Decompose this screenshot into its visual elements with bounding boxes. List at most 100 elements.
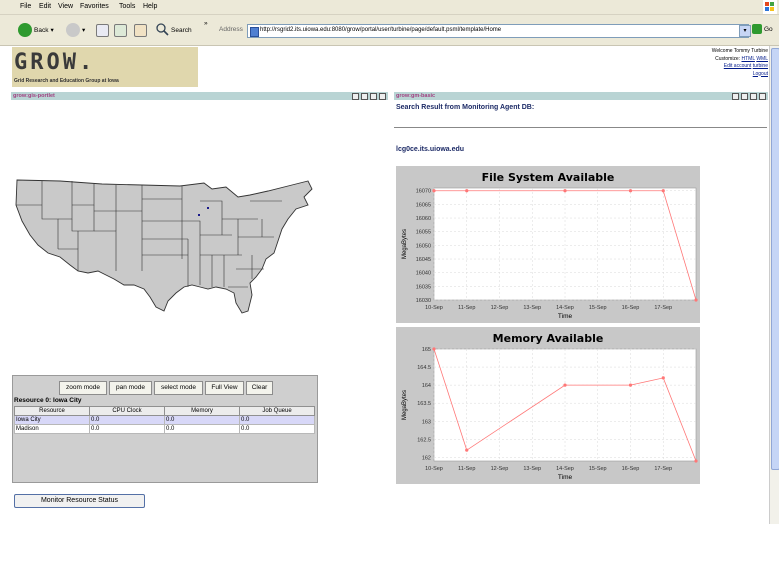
clear-button[interactable]: Clear [246, 381, 273, 395]
y-tick-label: 162.5 [417, 437, 431, 443]
customize-wml-link[interactable]: WML [756, 56, 768, 62]
menu-favorites[interactable]: Favorites [80, 3, 109, 10]
menu-help[interactable]: Help [143, 3, 157, 10]
search-result-heading: Search Result from Monitoring Agent DB: [396, 104, 535, 111]
address-bar[interactable]: http://rsgrid2.its.uiowa.edu:8080/grow/p… [247, 24, 749, 38]
turbine-link[interactable]: turbine [753, 63, 768, 69]
x-tick-label: 10-Sep [425, 466, 443, 472]
refresh-icon [114, 24, 127, 37]
x-tick-label: 16-Sep [622, 305, 640, 311]
menu-file[interactable]: File [20, 3, 31, 10]
data-point [432, 347, 436, 351]
scrollbar-thumb[interactable] [771, 48, 779, 470]
back-arrow-icon [18, 23, 32, 37]
customize-icon[interactable] [741, 93, 748, 100]
table-row[interactable]: Iowa City 0.0 0.0 0.0 [14, 415, 315, 425]
divider [394, 127, 767, 128]
customize-icon[interactable] [361, 93, 368, 100]
forward-button[interactable]: ▾ [66, 23, 85, 37]
file-system-chart-plot: 10-Sep 11-Sep 12-Sep 13-Sep 14-Sep 15-Sep 16-S… [402, 187, 698, 320]
x-tick-label: 10-Sep [425, 305, 443, 311]
customize-html-link[interactable]: HTML [742, 56, 755, 62]
forward-dropdown-icon[interactable]: ▾ [82, 26, 85, 34]
gm-basic-portlet-title: grow:gm-basic [396, 93, 436, 99]
vertical-scrollbar[interactable] [769, 46, 779, 524]
refresh-button[interactable] [114, 24, 127, 37]
x-tick-label: 12-Sep [491, 466, 509, 472]
full-view-button[interactable]: Full View [205, 381, 244, 395]
us-map-landmass [15, 179, 313, 314]
select-mode-button[interactable]: select mode [154, 381, 203, 395]
col-job-queue[interactable]: Job Queue [239, 406, 315, 416]
y-tick-label: 16070 [416, 189, 431, 195]
memory-chart: Memory Available 10-Sep 11-Sep 12-Sep 13-Se… [396, 327, 700, 484]
back-dropdown-icon[interactable]: ▾ [50, 26, 53, 34]
address-url: http://rsgrid2.its.uiowa.edu:8080/grow/p… [260, 27, 502, 33]
logo-subtitle: Grid Research and Education Group at Iow… [14, 78, 119, 84]
forward-arrow-icon [66, 23, 80, 37]
page-bottom [0, 524, 779, 571]
logout-link[interactable]: Logout [753, 71, 768, 77]
col-cpu-clock[interactable]: CPU Clock [89, 406, 165, 416]
edit-icon[interactable] [352, 93, 359, 100]
edit-icon[interactable] [732, 93, 739, 100]
data-point [694, 298, 698, 302]
x-axis-label: Time [558, 474, 573, 481]
x-tick-label: 16-Sep [622, 466, 640, 472]
menu-edit[interactable]: Edit [39, 3, 51, 10]
home-icon [134, 24, 147, 37]
y-tick-label: 164 [422, 383, 431, 389]
y-tick-label: 164.5 [417, 365, 431, 371]
search-button[interactable]: Search [156, 23, 192, 38]
pan-mode-button[interactable]: pan mode [109, 381, 152, 395]
col-resource[interactable]: Resource [14, 406, 90, 416]
address-dropdown-icon[interactable]: ▾ [739, 25, 751, 37]
y-tick-label: 16050 [416, 243, 431, 249]
x-tick-label: 11-Sep [458, 305, 475, 311]
file-system-chart: File System Available 10-Sep 11-Sep 12-Sep… [396, 166, 700, 323]
minimize-icon[interactable] [370, 93, 377, 100]
monitor-resource-status-button[interactable]: Monitor Resource Status [14, 494, 145, 508]
data-point [661, 189, 665, 193]
back-button[interactable]: Back ▾ [18, 23, 54, 37]
y-tick-label: 163 [422, 419, 431, 425]
resource-table: Resource CPU Clock Memory Job Queue Iowa… [14, 406, 315, 434]
us-map[interactable] [12, 175, 318, 315]
maximize-icon[interactable] [759, 93, 766, 100]
y-tick-label: 16040 [416, 271, 431, 277]
data-point [628, 189, 633, 193]
x-tick-label: 15-Sep [589, 466, 607, 472]
customize-label: Customize: [715, 55, 741, 62]
edit-account-link[interactable]: Edit account [724, 63, 752, 69]
back-label: Back [34, 26, 49, 34]
menu-tools[interactable]: Tools [119, 3, 135, 10]
marker-madison[interactable] [207, 207, 209, 209]
go-button[interactable]: Go [752, 24, 773, 34]
grow-logo: GROW. Grid Research and Education Group … [12, 47, 198, 87]
data-point [563, 189, 567, 193]
stop-button[interactable] [96, 24, 109, 37]
x-tick-label: 14-Sep [556, 466, 574, 472]
x-tick-label: 17-Sep [654, 305, 672, 311]
resource-title: Resource 0: Iowa City [14, 397, 82, 404]
gis-portlet-title: grow:gis-portlet [13, 93, 55, 99]
windows-logo-icon [763, 0, 777, 14]
x-tick-label: 15-Sep [589, 305, 607, 311]
col-memory[interactable]: Memory [164, 406, 240, 416]
x-tick-label: 13-Sep [523, 305, 541, 311]
zoom-mode-button[interactable]: zoom mode [59, 381, 107, 395]
x-tick-label: 17-Sep [654, 466, 672, 472]
maximize-icon[interactable] [379, 93, 386, 100]
menu-view[interactable]: View [58, 3, 73, 10]
menu-bar: File Edit View Favorites Tools Help [0, 0, 779, 15]
table-row[interactable]: Madison 0.0 0.0 0.0 [14, 424, 315, 434]
marker-iowa-city[interactable] [198, 214, 200, 216]
memory-chart-plot: 10-Sep 11-Sep 12-Sep 13-Sep 14-Sep 15-Sep 16-S… [402, 347, 698, 481]
y-tick-label: 16060 [416, 216, 431, 222]
welcome-text: Welcome Tommy Turbine [711, 48, 768, 54]
toolbar: Back ▾ ▾ Search » Address http://rsgrid2… [0, 15, 779, 46]
minimize-icon[interactable] [750, 93, 757, 100]
toolbar-more-icon[interactable]: » [204, 20, 208, 27]
home-button[interactable] [134, 24, 147, 37]
y-tick-label: 162 [422, 455, 431, 461]
